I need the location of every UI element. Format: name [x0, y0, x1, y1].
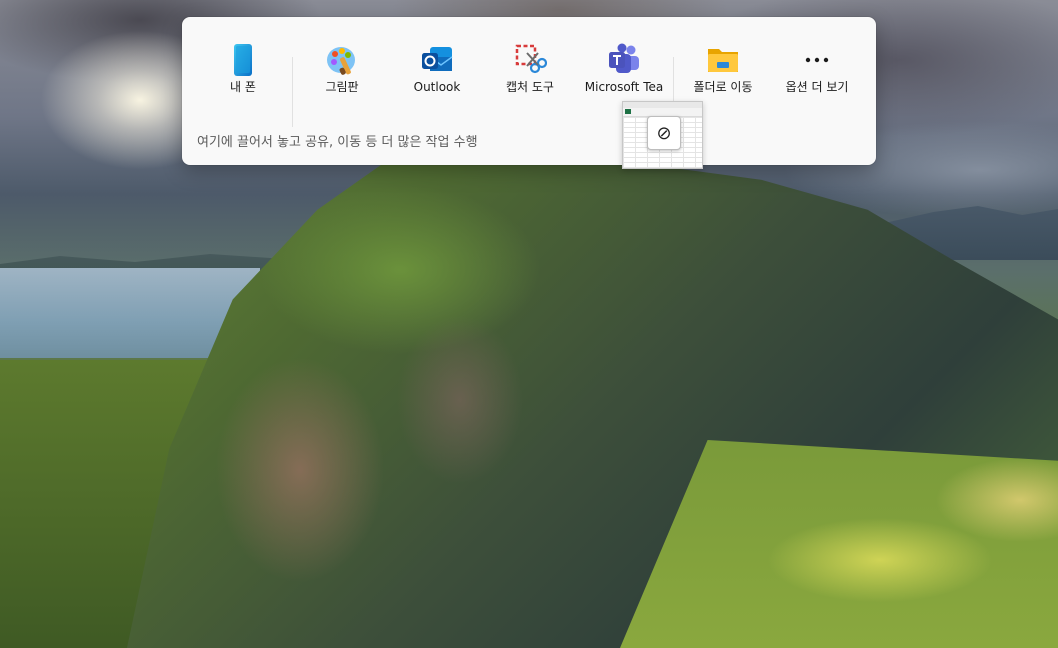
dragged-file-thumbnail[interactable]: ⊘	[622, 101, 703, 169]
share-target-label: 폴더로 이동	[693, 80, 753, 94]
share-target-more-options[interactable]: 옵션 더 보기	[769, 35, 865, 115]
share-target-label: Microsoft Tea	[584, 80, 664, 94]
share-target-label: 내 폰	[230, 80, 256, 94]
share-target-label: 그림판	[325, 80, 359, 94]
snipping-tool-icon	[513, 43, 548, 77]
excel-icon	[625, 109, 631, 114]
drop-hint-text: 여기에 끌어서 놓고 공유, 이동 등 더 많은 작업 수행	[197, 135, 478, 150]
more-icon	[800, 43, 834, 77]
divider	[292, 57, 293, 127]
share-target-outlook[interactable]: Outlook	[389, 35, 485, 115]
share-target-phone[interactable]: 내 폰	[195, 35, 291, 115]
share-targets: 내 폰 그림판 Outlook 캡처 도구 Microsoft Tea 폴더로 …	[182, 35, 876, 127]
share-target-snipping-tool[interactable]: 캡처 도구	[482, 35, 578, 115]
share-target-label: 캡처 도구	[506, 80, 554, 94]
folder-icon	[706, 43, 740, 77]
desktop[interactable]: 내 폰 그림판 Outlook 캡처 도구 Microsoft Tea 폴더로 …	[0, 0, 1058, 648]
paint-icon	[325, 43, 359, 77]
teams-icon	[607, 43, 641, 77]
no-drop-icon: ⊘	[647, 116, 681, 150]
drag-share-panel: 내 폰 그림판 Outlook 캡처 도구 Microsoft Tea 폴더로 …	[182, 17, 876, 165]
share-target-label: Outlook	[413, 80, 461, 94]
share-target-paint[interactable]: 그림판	[294, 35, 390, 115]
share-target-label: 옵션 더 보기	[785, 80, 849, 94]
phone-icon	[226, 43, 260, 77]
outlook-icon	[420, 43, 454, 77]
